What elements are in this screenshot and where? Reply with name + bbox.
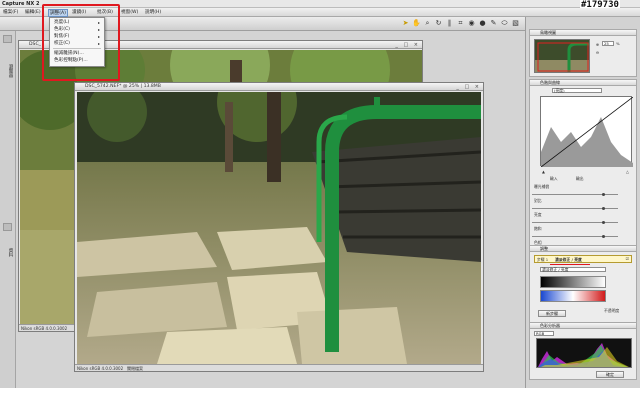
levels-header[interactable]: 色階與曲線	[530, 80, 636, 86]
slider-brightness[interactable]	[532, 221, 618, 224]
slider-knob[interactable]	[602, 193, 605, 196]
output-label: 輸出	[576, 176, 584, 181]
curve-graph-image	[540, 96, 634, 168]
levels-curves-section: 色階與曲線 (亮度) ▲ △ 輸入 輸出 曝光補償 對比 亮度 飽和 色相	[529, 79, 637, 257]
left-dock: 瀏覽器 資料	[0, 31, 16, 388]
input-label: 輸入	[550, 176, 558, 181]
birdseye-header[interactable]: 鳥瞰視圖	[530, 30, 636, 36]
color-gradient[interactable]	[540, 290, 606, 302]
straighten-icon[interactable]: ∥	[445, 19, 454, 28]
front-status-profile: Nikon sRGB 4.0.0.3002	[77, 366, 124, 371]
slider-knob[interactable]	[602, 221, 605, 224]
zoom-out-icon[interactable]: ⊖	[596, 50, 599, 55]
window-controls-icon[interactable]: _ □ ×	[456, 84, 481, 90]
zoom-field[interactable]: 25	[602, 41, 614, 46]
adjust-header[interactable]: 調整	[530, 246, 636, 252]
birdseye-thumbnail-image	[535, 40, 589, 72]
front-status-bar: Nikon sRGB 4.0.0.3002 關閉檔案	[75, 364, 483, 371]
dock-grip-icon[interactable]	[3, 223, 12, 231]
brightness-gradient[interactable]	[540, 276, 606, 288]
slider-saturation[interactable]	[532, 235, 618, 238]
birdseye-thumbnail[interactable]	[534, 39, 590, 73]
blend-select[interactable]: 濃淡修正 / 亮度	[540, 267, 606, 272]
front-document-window[interactable]: DSC_5742.NEF* @ 25% | 13.8MB _ □ × Nikon…	[74, 82, 484, 372]
histogram-graph	[536, 338, 632, 368]
gradient-icon[interactable]: ▧	[511, 19, 520, 28]
step-check-icon[interactable]: ☑	[626, 256, 629, 261]
adj-label-saturation: 飽和	[534, 226, 542, 231]
levels-white-point-icon[interactable]: △	[626, 169, 629, 174]
zoom-in-icon[interactable]: ⊕	[596, 42, 599, 47]
app-window: Capture NX 2 #179730 檔案(F) 編輯(E) 調整(A) 濾…	[0, 0, 640, 388]
histogram-channel-select[interactable]: RGB	[534, 331, 554, 336]
levels-black-point-icon[interactable]: ▲	[542, 169, 545, 174]
step-item[interactable]: 步驟 1 濃淡修正 / 亮度 ☑	[534, 255, 632, 263]
front-window-title[interactable]: DSC_5742.NEF* @ 25% | 13.8MB	[75, 83, 483, 91]
menu-edit[interactable]: 編輯(E)	[24, 9, 42, 15]
histogram-header[interactable]: 色彩分析器	[530, 323, 636, 329]
slider-knob[interactable]	[602, 207, 605, 210]
new-step-button[interactable]: 新步驟	[538, 310, 566, 317]
birdseye-section: 鳥瞰視圖 ⊕ 25 % ⊖	[529, 29, 637, 77]
tab-metadata[interactable]: 資料	[2, 237, 13, 267]
adj-label-contrast: 對比	[534, 198, 542, 203]
menu-file[interactable]: 檔案(F)	[2, 9, 19, 15]
crop-icon[interactable]: ⌗	[456, 19, 465, 28]
opacity-label: 不透明度	[604, 308, 620, 313]
direct-select-icon[interactable]: ➤	[401, 19, 410, 28]
curve-graph[interactable]	[540, 96, 634, 168]
menu-help[interactable]: 說明(H)	[144, 9, 162, 15]
color-point-icon[interactable]: ●	[478, 19, 487, 28]
front-photo-image	[77, 92, 481, 364]
window-controls-icon[interactable]: _ □ ×	[395, 42, 420, 48]
brush-icon[interactable]: ✎	[489, 19, 498, 28]
adj-label-exposure: 曝光補償	[534, 184, 550, 189]
adj-label-brightness: 亮度	[534, 212, 542, 217]
slider-exposure[interactable]	[532, 193, 618, 196]
tab-browser[interactable]: 瀏覽器	[2, 51, 13, 91]
step-underline	[550, 264, 590, 265]
front-photo	[77, 92, 481, 364]
ok-button[interactable]: 確定	[596, 371, 624, 378]
app-title: Capture NX 2	[2, 1, 40, 7]
zoom-icon[interactable]: ⌕	[423, 19, 432, 28]
slider-knob[interactable]	[602, 235, 605, 238]
bottom-strip	[0, 388, 640, 400]
slider-contrast[interactable]	[532, 207, 618, 210]
step-label: 步驟 1	[537, 257, 549, 262]
menu-window[interactable]: 視窗(W)	[120, 9, 139, 15]
histogram-graph-image	[538, 343, 629, 367]
rotate-icon[interactable]: ↻	[434, 19, 443, 28]
channel-select[interactable]: (亮度)	[552, 88, 602, 93]
red-eye-icon[interactable]: ◉	[467, 19, 476, 28]
dock-grip-icon[interactable]	[3, 35, 12, 43]
front-status-close-file[interactable]: 關閉檔案	[127, 365, 143, 372]
highlight-box	[42, 4, 120, 81]
hand-icon[interactable]: ✋	[412, 19, 421, 28]
histogram-section: 色彩分析器 RGB 確定	[529, 322, 637, 380]
zoom-unit: %	[616, 41, 620, 46]
right-panel: 鳥瞰視圖 ⊕ 25 % ⊖ 色階與曲線 (亮度) ▲ △ 輸入 輸出 曝光補償 …	[525, 17, 640, 388]
lasso-icon[interactable]: ⬭	[500, 19, 509, 28]
step-item-label: 濃淡修正 / 亮度	[555, 257, 582, 262]
